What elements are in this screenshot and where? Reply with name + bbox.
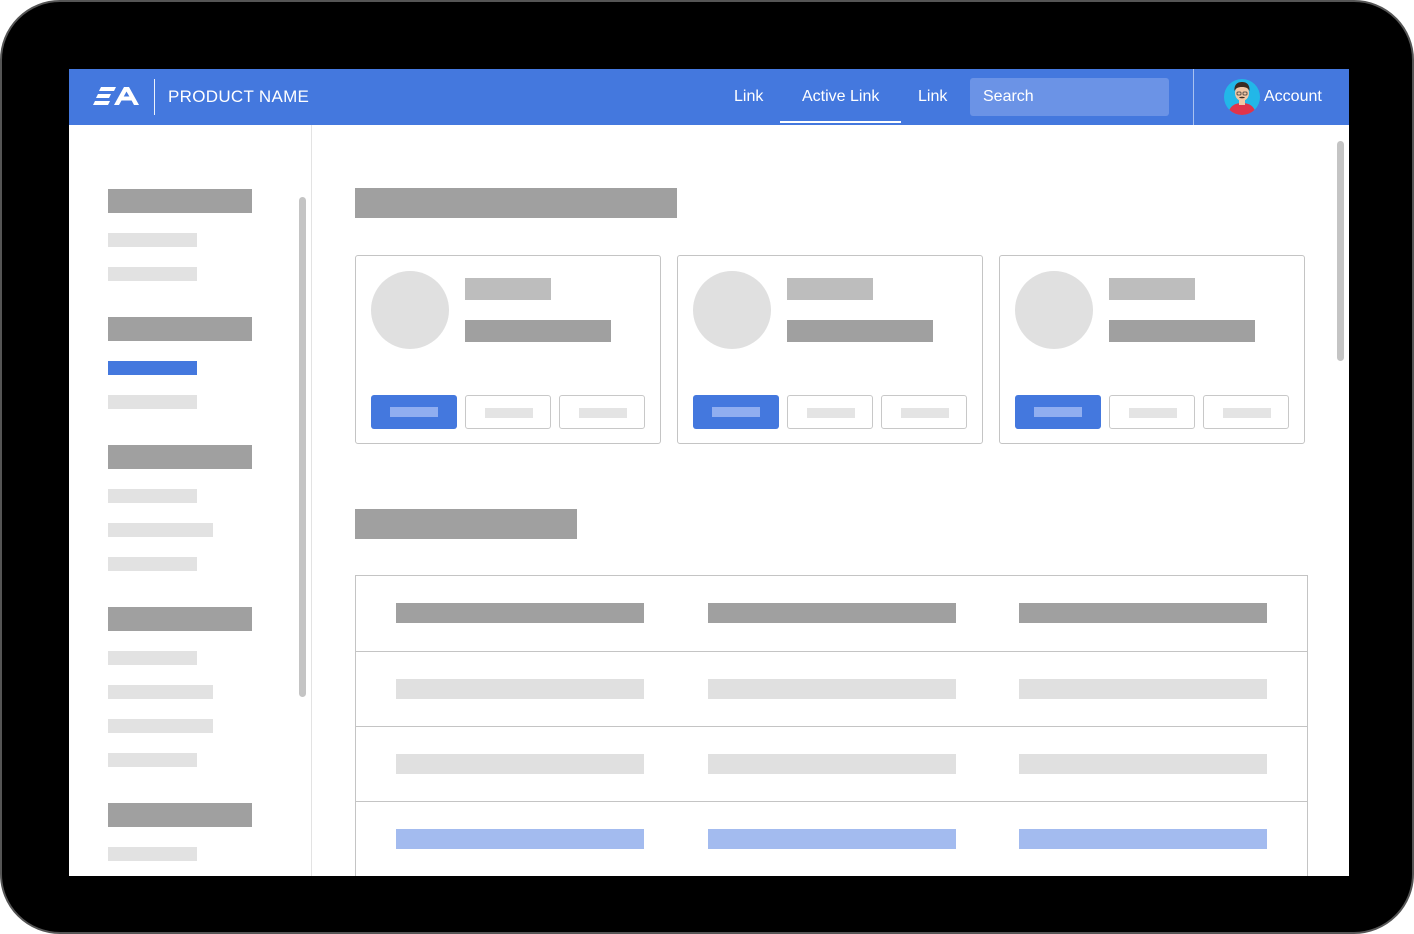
sidebar-item[interactable] <box>108 685 213 699</box>
ea-logo-icon[interactable] <box>93 81 143 111</box>
data-table <box>355 575 1308 876</box>
table-row[interactable] <box>356 726 1307 801</box>
card-primary-button[interactable] <box>1015 395 1101 429</box>
sidebar-group-title <box>108 445 252 469</box>
product-name[interactable]: PRODUCT NAME <box>168 69 309 125</box>
card-primary-button[interactable] <box>371 395 457 429</box>
sidebar-group-title <box>108 317 252 341</box>
card-avatar-placeholder <box>693 271 771 349</box>
sidebar-item[interactable] <box>108 651 197 665</box>
card-title-placeholder <box>465 278 551 300</box>
table-row[interactable] <box>356 651 1307 726</box>
profile-card <box>355 255 661 444</box>
sidebar-item[interactable] <box>108 753 197 767</box>
section-title <box>355 188 677 218</box>
nav-link[interactable]: Link <box>918 69 947 125</box>
table-header-cell[interactable] <box>1019 603 1267 623</box>
search-input[interactable] <box>970 78 1169 116</box>
card-subtitle-placeholder <box>1109 320 1255 342</box>
section-title <box>355 509 577 539</box>
nav-link-active[interactable]: Active Link <box>779 69 902 125</box>
main-scrollbar[interactable] <box>1337 141 1344 361</box>
card-title-placeholder <box>1109 278 1195 300</box>
sidebar-item[interactable] <box>108 395 197 409</box>
sidebar-item[interactable] <box>108 523 213 537</box>
button-label-placeholder <box>1129 408 1177 418</box>
card-secondary-button[interactable] <box>465 395 551 429</box>
button-label-placeholder <box>579 408 627 418</box>
account-link[interactable]: Account <box>1264 69 1322 125</box>
nav-link[interactable]: Link <box>734 69 763 125</box>
button-label-placeholder <box>1034 407 1082 417</box>
sidebar-item[interactable] <box>108 557 197 571</box>
button-label-placeholder <box>901 408 949 418</box>
table-header-cell[interactable] <box>396 603 644 623</box>
sidebar-group-title <box>108 803 252 827</box>
table-cell <box>396 829 644 849</box>
sidebar-divider <box>311 125 312 876</box>
card-title-placeholder <box>787 278 873 300</box>
card-secondary-button[interactable] <box>787 395 873 429</box>
button-label-placeholder <box>807 408 855 418</box>
profile-card <box>677 255 983 444</box>
tablet-frame: PRODUCT NAME Link Active Link Link Searc… <box>0 0 1414 934</box>
card-primary-button[interactable] <box>693 395 779 429</box>
sidebar-group-title <box>108 189 252 213</box>
table-cell <box>708 829 956 849</box>
sidebar-group-title <box>108 607 252 631</box>
top-navigation-bar: PRODUCT NAME Link Active Link Link Searc… <box>69 69 1349 125</box>
sidebar-item-selected[interactable] <box>108 361 197 375</box>
card-secondary-button[interactable] <box>559 395 645 429</box>
button-label-placeholder <box>390 407 438 417</box>
card-avatar-placeholder <box>371 271 449 349</box>
app-screen: PRODUCT NAME Link Active Link Link Searc… <box>69 69 1349 876</box>
table-header-row <box>356 576 1307 651</box>
sidebar-item[interactable] <box>108 267 197 281</box>
header-divider <box>1193 69 1194 125</box>
card-subtitle-placeholder <box>787 320 933 342</box>
card-secondary-button[interactable] <box>1109 395 1195 429</box>
table-header-cell[interactable] <box>708 603 956 623</box>
button-label-placeholder <box>1223 408 1271 418</box>
table-row-highlighted[interactable] <box>356 801 1307 876</box>
sidebar-scrollbar[interactable] <box>299 197 306 697</box>
table-cell <box>1019 829 1267 849</box>
card-avatar-placeholder <box>1015 271 1093 349</box>
card-subtitle-placeholder <box>465 320 611 342</box>
table-cell <box>708 679 956 699</box>
sidebar-item[interactable] <box>108 719 213 733</box>
sidebar-item[interactable] <box>108 233 197 247</box>
table-cell <box>396 679 644 699</box>
sidebar-item[interactable] <box>108 489 197 503</box>
card-secondary-button[interactable] <box>881 395 967 429</box>
user-avatar-icon[interactable] <box>1224 79 1260 115</box>
sidebar-item[interactable] <box>108 847 197 861</box>
table-cell <box>1019 754 1267 774</box>
profile-card <box>999 255 1305 444</box>
sidebar <box>69 125 311 876</box>
logo-divider <box>154 79 155 115</box>
table-cell <box>708 754 956 774</box>
card-secondary-button[interactable] <box>1203 395 1289 429</box>
button-label-placeholder <box>485 408 533 418</box>
button-label-placeholder <box>712 407 760 417</box>
table-cell <box>1019 679 1267 699</box>
table-cell <box>396 754 644 774</box>
